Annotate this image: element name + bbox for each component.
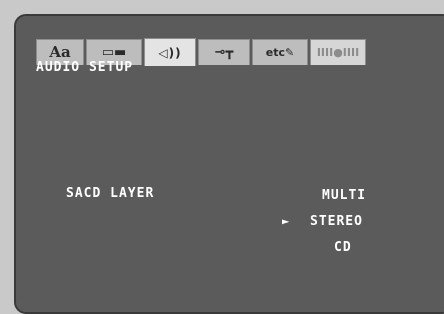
tab-timer[interactable]: IIII●IIII bbox=[310, 39, 366, 65]
timer-icon: IIII●IIII bbox=[316, 46, 360, 59]
menu-panel: Aa ▭▬ ◁)) ⊸┳ etc✎ IIII●IIII bbox=[14, 14, 444, 314]
tab-audio[interactable]: ◁)) bbox=[144, 38, 196, 66]
tab-parental[interactable]: ⊸┳ bbox=[198, 39, 250, 65]
speaker-icon: ◁)) bbox=[158, 45, 182, 60]
option-label: MULTI bbox=[322, 187, 367, 203]
option-label: CD bbox=[334, 239, 352, 255]
language-icon: Aa bbox=[49, 43, 71, 61]
tab-etc[interactable]: etc✎ bbox=[252, 39, 308, 65]
option-cd[interactable]: CD bbox=[282, 234, 432, 260]
setting-label-sacd-layer: SACD LAYER bbox=[66, 186, 155, 201]
etc-icon: etc✎ bbox=[265, 46, 295, 59]
option-stereo[interactable]: ► STEREO bbox=[282, 208, 432, 234]
page-title: AUDIO SETUP bbox=[36, 60, 134, 75]
option-list: MULTI ► STEREO CD bbox=[282, 182, 432, 260]
option-label: STEREO bbox=[310, 213, 363, 229]
display-icon: ▭▬ bbox=[101, 45, 127, 60]
option-multi[interactable]: MULTI bbox=[282, 182, 432, 208]
key-icon: ⊸┳ bbox=[214, 45, 234, 60]
cursor-arrow-icon: ► bbox=[282, 214, 291, 228]
